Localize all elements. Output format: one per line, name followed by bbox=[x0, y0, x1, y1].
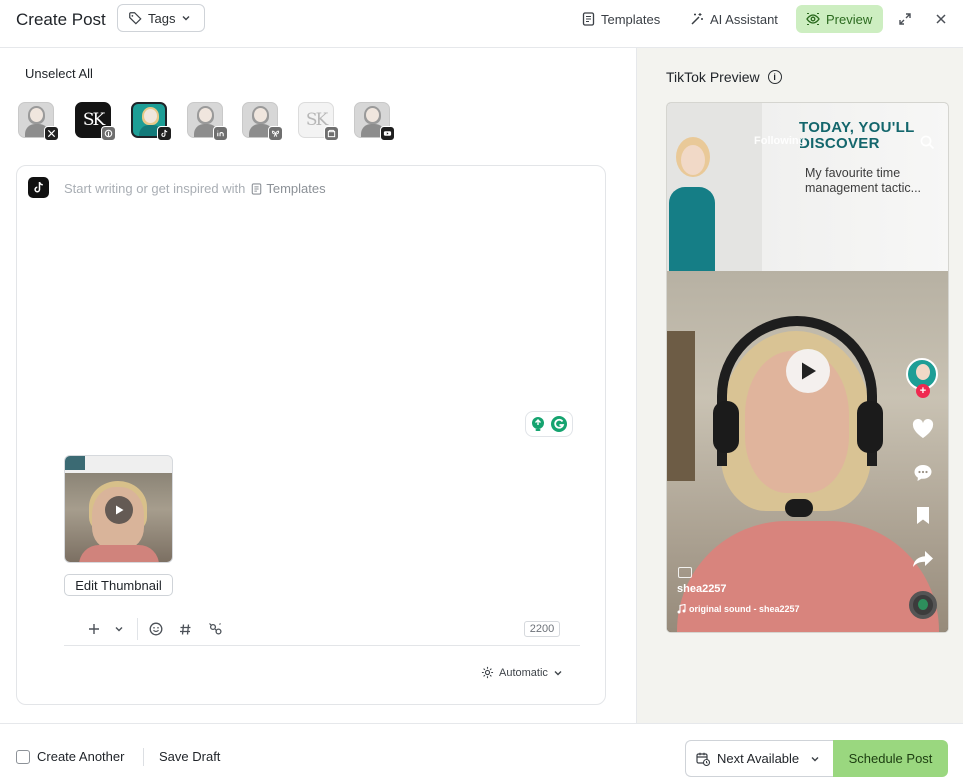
editor-placeholder[interactable]: Start writing or get inspired with Templ… bbox=[64, 181, 326, 196]
youtube-icon bbox=[380, 126, 395, 141]
document-icon bbox=[252, 182, 262, 195]
x-icon bbox=[44, 126, 59, 141]
account-bluesky[interactable] bbox=[242, 102, 283, 141]
placeholder-text: Start writing or get inspired with bbox=[64, 181, 246, 196]
google-business-icon bbox=[324, 126, 339, 141]
plus-icon[interactable] bbox=[84, 619, 104, 639]
sound-label: original sound - shea2257 bbox=[677, 604, 800, 614]
preview-button[interactable]: Preview bbox=[796, 5, 883, 33]
cover-subline: My favourite time management tactic... bbox=[805, 166, 922, 195]
cover-image: TODAY, YOU'LL DISCOVER My favourite time… bbox=[667, 103, 948, 271]
tags-label: Tags bbox=[148, 10, 176, 26]
preview-pane: TikTok Preview i TODAY, YOU'LL DISCOVER … bbox=[636, 48, 963, 723]
bluesky-icon bbox=[268, 126, 283, 141]
templates-link-label: Templates bbox=[266, 181, 326, 196]
cover-headline: TODAY, YOU'LL DISCOVER bbox=[799, 119, 915, 152]
templates-button[interactable]: Templates bbox=[572, 5, 670, 33]
video-thumbnail[interactable] bbox=[64, 455, 173, 563]
linkedin-icon bbox=[213, 126, 228, 141]
tags-button[interactable]: Tags bbox=[117, 4, 205, 32]
grammarly-widget[interactable] bbox=[525, 411, 573, 437]
comment-icon[interactable] bbox=[911, 461, 935, 485]
share-icon[interactable] bbox=[911, 547, 935, 571]
preview-label: Preview bbox=[826, 11, 873, 27]
account-youtube[interactable] bbox=[354, 102, 395, 141]
username: shea2257 bbox=[677, 583, 727, 595]
magic-wand-icon bbox=[691, 13, 703, 25]
gear-icon bbox=[481, 666, 494, 679]
video-frame: + shea2257 original sound - shea2257 bbox=[667, 271, 948, 632]
lightbulb-icon bbox=[532, 417, 544, 431]
expand-icon[interactable] bbox=[894, 8, 916, 30]
composer-pane: Unselect All SK SK Start writing or get … bbox=[0, 48, 636, 723]
schedule-mode-label: Automatic bbox=[499, 666, 548, 679]
header: Create Post Tags Templates AI Assistant … bbox=[0, 0, 963, 48]
ai-mention-icon[interactable] bbox=[205, 619, 225, 639]
ai-assistant-button[interactable]: AI Assistant bbox=[680, 5, 788, 33]
create-another-checkbox[interactable] bbox=[16, 750, 30, 764]
hashtag-icon[interactable] bbox=[175, 619, 195, 639]
chevron-down-icon bbox=[182, 16, 190, 21]
play-icon[interactable] bbox=[105, 496, 133, 524]
emoji-icon[interactable] bbox=[146, 619, 166, 639]
calendar-clock-icon bbox=[696, 752, 710, 766]
account-pinterest[interactable]: SK bbox=[75, 102, 116, 141]
document-icon bbox=[582, 12, 595, 26]
chevron-down-icon bbox=[554, 670, 562, 675]
grammarly-icon bbox=[551, 416, 567, 432]
pinterest-icon bbox=[101, 126, 116, 141]
preview-title-text: TikTok Preview bbox=[666, 69, 760, 85]
tiktok-phone-preview: TODAY, YOU'LL DISCOVER My favourite time… bbox=[666, 102, 949, 633]
bookmark-icon[interactable] bbox=[911, 503, 935, 527]
tag-icon bbox=[129, 12, 142, 25]
next-available-label: Next Available bbox=[717, 751, 800, 766]
tiktok-icon bbox=[28, 177, 49, 198]
music-note-icon bbox=[677, 604, 686, 614]
unselect-all-link[interactable]: Unselect All bbox=[25, 66, 93, 81]
account-tiktok[interactable] bbox=[131, 102, 172, 141]
video-frame bbox=[65, 473, 172, 562]
search-icon bbox=[920, 135, 935, 150]
info-icon[interactable]: i bbox=[767, 70, 782, 84]
follow-plus-icon[interactable]: + bbox=[916, 384, 930, 398]
account-linkedin[interactable] bbox=[187, 102, 228, 141]
post-editor[interactable]: Start writing or get inspired with Templ… bbox=[16, 165, 606, 705]
page-title: Create Post bbox=[16, 10, 106, 29]
eye-icon bbox=[806, 13, 820, 25]
ai-assistant-label: AI Assistant bbox=[710, 11, 778, 27]
account-x[interactable] bbox=[18, 102, 59, 141]
captions-icon bbox=[678, 567, 692, 578]
close-icon[interactable] bbox=[930, 8, 952, 30]
save-draft-button[interactable]: Save Draft bbox=[159, 749, 220, 764]
heart-icon[interactable] bbox=[911, 417, 935, 441]
next-available-dropdown[interactable]: Next Available bbox=[685, 740, 833, 777]
editor-toolbar: 2200 bbox=[64, 614, 580, 646]
footer: Create Another Save Draft Next Available… bbox=[0, 723, 963, 782]
preview-title: TikTok Preview i bbox=[666, 69, 782, 85]
chevron-down-icon bbox=[811, 756, 819, 761]
schedule-mode-dropdown[interactable]: Automatic bbox=[481, 666, 563, 679]
sound-text: original sound - shea2257 bbox=[689, 604, 800, 614]
templates-link[interactable]: Templates bbox=[251, 181, 326, 196]
schedule-post-button[interactable]: Schedule Post bbox=[833, 740, 948, 777]
account-google-business[interactable]: SK bbox=[298, 102, 339, 141]
play-icon[interactable] bbox=[786, 349, 830, 393]
character-count: 2200 bbox=[524, 621, 560, 637]
create-another-label[interactable]: Create Another bbox=[37, 749, 124, 764]
chevron-down-icon[interactable] bbox=[109, 619, 129, 639]
following-tab: Following bbox=[754, 135, 806, 147]
edit-thumbnail-button[interactable]: Edit Thumbnail bbox=[64, 574, 173, 596]
tiktok-icon bbox=[157, 126, 172, 141]
templates-label: Templates bbox=[601, 11, 661, 27]
music-disc-icon bbox=[909, 591, 937, 619]
